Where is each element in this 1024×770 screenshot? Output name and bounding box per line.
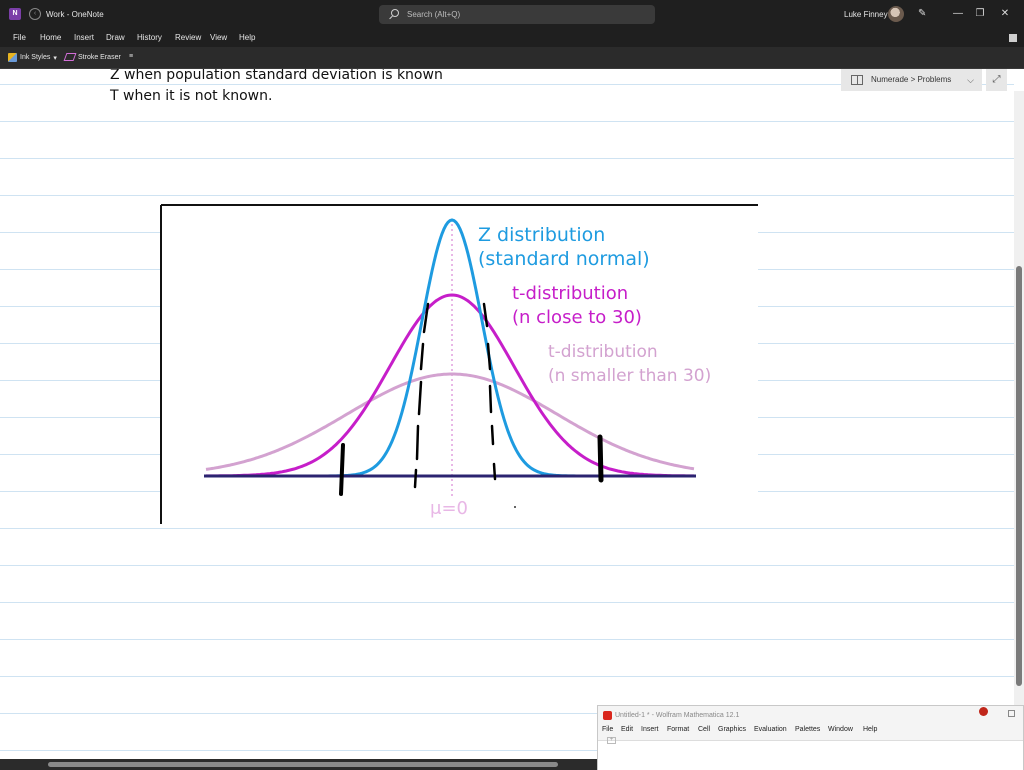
vertical-scrollbar[interactable]	[1014, 91, 1024, 759]
mathematica-maximize-button[interactable]	[1008, 710, 1015, 717]
stroke-eraser-label: Stroke Eraser	[78, 53, 121, 61]
ink-styles-label: Ink Styles	[20, 54, 51, 61]
rule-line	[0, 195, 1014, 196]
avatar[interactable]	[888, 6, 904, 22]
title-bar: N ‹ Work - OneNote Search (Alt+Q) Luke F…	[0, 0, 1024, 29]
ink-dot	[514, 506, 516, 508]
more-options-button[interactable]: ≡	[129, 53, 133, 60]
t-close-30-label-line-2: (n close to 30)	[512, 307, 642, 328]
stroke-eraser-button[interactable]: Stroke Eraser	[63, 53, 121, 61]
search-placeholder: Search (Alt+Q)	[407, 10, 461, 19]
menu-home[interactable]: Home	[40, 33, 61, 42]
note-text-line-1[interactable]: Z when population standard deviation is …	[110, 69, 443, 83]
chevron-down-icon: ⌵	[967, 75, 974, 85]
pen-icon[interactable]: ✎	[918, 8, 929, 19]
z-label-line-2: (standard normal)	[478, 248, 650, 270]
mean-label: μ=0	[430, 498, 468, 519]
search-icon	[391, 9, 399, 17]
mathematica-title: Untitled-1 * - Wolfram Mathematica 12.1	[615, 712, 740, 719]
menu-file[interactable]: File	[13, 33, 26, 42]
notebook-picker[interactable]: Numerade > Problems ⌵	[841, 69, 982, 91]
mma-menu-palettes[interactable]: Palettes	[795, 726, 820, 733]
vertical-scroll-thumb[interactable]	[1016, 266, 1022, 686]
mma-menu-window[interactable]: Window	[828, 726, 853, 733]
rule-line	[0, 639, 1014, 640]
notebook-icon	[851, 75, 863, 85]
menu-insert[interactable]: Insert	[74, 33, 94, 42]
note-text-line-2[interactable]: T when it is not known.	[110, 88, 272, 104]
ink-mark-right	[597, 434, 604, 483]
user-name[interactable]: Luke Finney	[844, 10, 888, 19]
close-button[interactable]: ✕	[998, 7, 1012, 21]
rule-line	[0, 676, 1014, 677]
ribbon-toggle-icon[interactable]	[1009, 34, 1017, 42]
ribbon: Ink Styles ▾ Stroke Eraser ≡	[0, 47, 1024, 69]
more-options-icon: ≡	[129, 53, 134, 60]
notebook-breadcrumb: Numerade > Problems	[871, 75, 952, 84]
rule-line	[0, 565, 1014, 566]
t-close-30-label-line-1: t-distribution	[512, 283, 628, 304]
z-label-line-1: Z distribution	[478, 224, 605, 246]
horizontal-scroll-thumb[interactable]	[48, 762, 558, 767]
search-input[interactable]: Search (Alt+Q)	[379, 5, 655, 24]
back-icon[interactable]: ‹	[29, 8, 41, 20]
mma-menu-format[interactable]: Format	[667, 726, 689, 733]
mathematica-notebook-area[interactable]	[598, 740, 1023, 770]
mma-menu-help[interactable]: Help	[863, 726, 877, 733]
minimize-button[interactable]: —	[951, 7, 965, 21]
chevron-down-icon: ▾	[53, 54, 57, 62]
rule-line	[0, 121, 1014, 122]
ink-styles-icon	[8, 53, 17, 62]
maximize-button[interactable]: ❐	[973, 7, 987, 21]
mma-menu-file[interactable]: File	[602, 726, 613, 733]
menu-draw[interactable]: Draw	[106, 33, 125, 42]
mma-menu-edit[interactable]: Edit	[621, 726, 633, 733]
mma-menu-graphics[interactable]: Graphics	[718, 726, 746, 733]
mma-menu-cell[interactable]: Cell	[698, 726, 710, 733]
menu-help[interactable]: Help	[239, 33, 255, 42]
menu-view[interactable]: View	[210, 33, 227, 42]
window-title: Work - OneNote	[46, 10, 104, 19]
rule-line	[0, 602, 1014, 603]
t-small-label-line-1: t-distribution	[548, 342, 658, 362]
mma-menu-evaluation[interactable]: Evaluation	[754, 726, 787, 733]
menu-bar: File Home Insert Draw History Review Vie…	[0, 29, 1024, 47]
mathematica-icon	[603, 711, 612, 720]
eraser-icon	[63, 53, 77, 61]
cell-insertion-icon[interactable]: +	[607, 737, 616, 744]
menu-history[interactable]: History	[137, 33, 162, 42]
t-small-label-line-2: (n smaller than 30)	[548, 366, 711, 386]
rule-line	[0, 528, 1014, 529]
mma-menu-insert[interactable]: Insert	[641, 726, 659, 733]
expand-icon[interactable]: ⤢	[986, 69, 1007, 91]
rule-line	[0, 158, 1014, 159]
ink-styles-button[interactable]: Ink Styles ▾	[8, 53, 57, 62]
onenote-icon: N	[9, 8, 21, 20]
mathematica-status-icon[interactable]	[979, 707, 988, 716]
distribution-figure[interactable]: Z distribution (standard normal) t-distr…	[160, 204, 758, 524]
ink-mark-left	[339, 443, 345, 496]
menu-review[interactable]: Review	[175, 33, 201, 42]
